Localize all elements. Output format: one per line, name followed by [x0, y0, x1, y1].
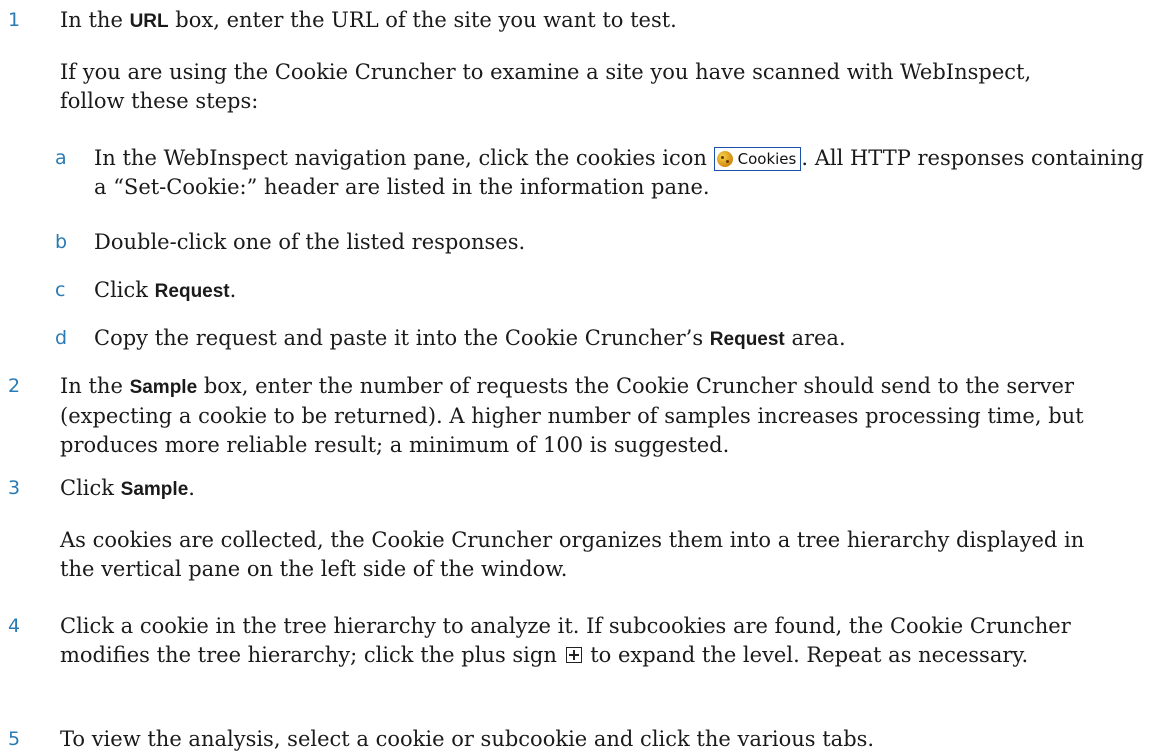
substep-letter: c	[55, 279, 66, 301]
cookies-button-label: Cookies	[737, 150, 797, 168]
plus-sign-icon	[565, 647, 582, 663]
substep-letter: b	[55, 231, 68, 253]
step-text: In the URL box, enter the URL of the sit…	[60, 8, 677, 32]
substep-text: Copy the request and paste it into the C…	[94, 326, 846, 350]
intro-text: If you are using the Cookie Cruncher to …	[60, 60, 1032, 113]
substep-letter: a	[55, 147, 67, 169]
ui-term-request: Request	[154, 281, 230, 302]
step-text: Click a cookie in the tree hierarchy to …	[60, 614, 1071, 667]
note-text: As cookies are collected, the Cookie Cru…	[60, 528, 1085, 581]
step-number: 1	[8, 9, 21, 31]
ui-term-sample: Sample	[129, 377, 198, 398]
step-number: 3	[8, 477, 21, 499]
cookies-button[interactable]: Cookies	[713, 147, 802, 171]
step-text: Click Sample.	[60, 476, 195, 500]
cookie-icon	[716, 151, 733, 167]
substep-text: Double-click one of the listed responses…	[94, 230, 526, 254]
step-text: In the Sample box, enter the number of r…	[60, 374, 1084, 457]
step-number: 4	[8, 615, 21, 637]
substep-text: Click Request.	[94, 278, 237, 302]
step-number: 5	[8, 728, 21, 750]
step-number: 2	[8, 375, 21, 397]
substep-letter: d	[55, 327, 68, 349]
ui-term-url: URL	[129, 11, 169, 32]
ui-term-sample: Sample	[120, 479, 189, 500]
step-text: To view the analysis, select a cookie or…	[60, 727, 875, 751]
substep-text: In the WebInspect navigation pane, click…	[94, 146, 1144, 199]
document-page: 1 In the URL box, enter the URL of the s…	[0, 0, 1160, 756]
ui-term-request: Request	[709, 329, 785, 350]
